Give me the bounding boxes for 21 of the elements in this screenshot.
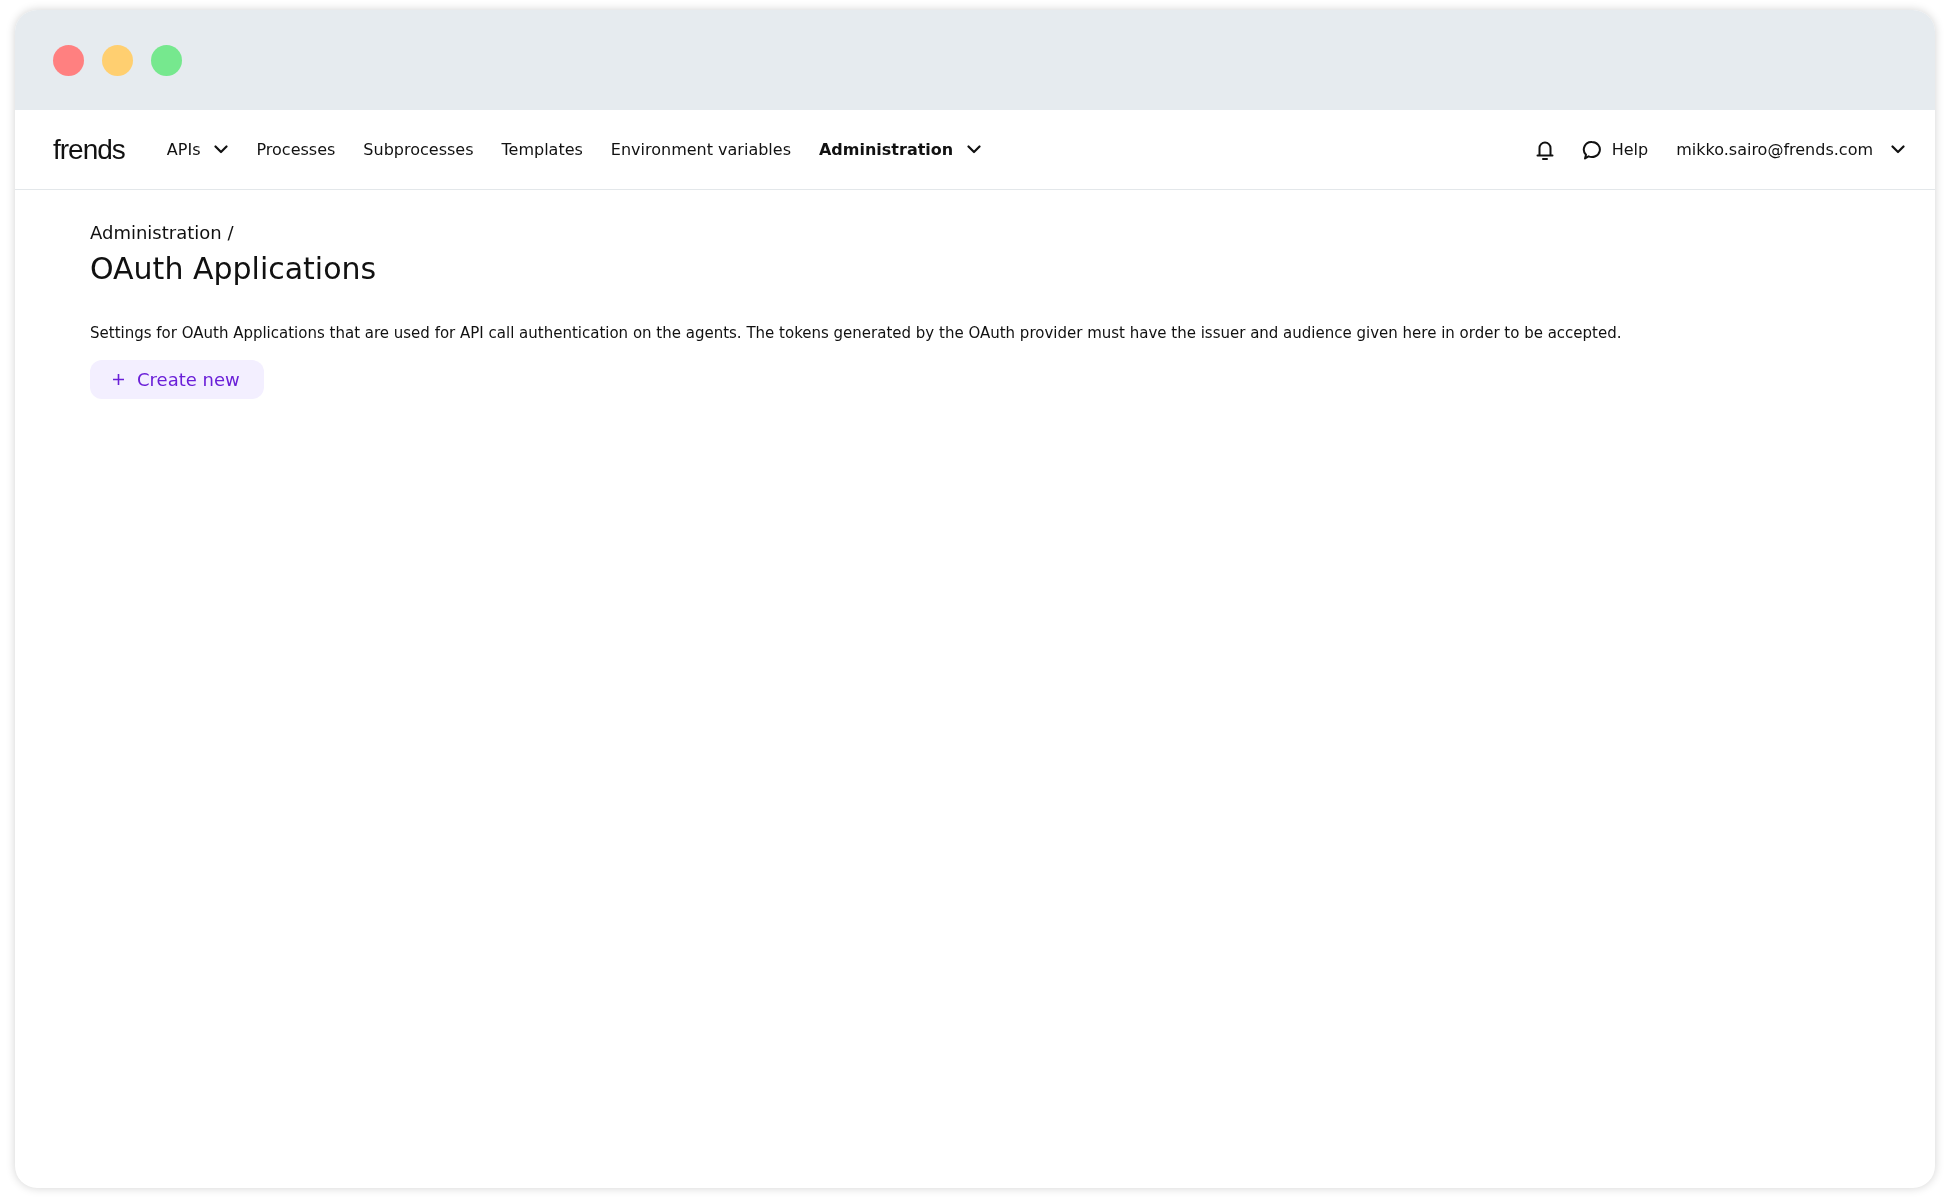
window-control-button[interactable] (102, 44, 133, 76)
window-control-button[interactable] (53, 44, 84, 76)
nav-item[interactable]: Environment variables (610, 136, 791, 163)
page-title: OAuth Applications (90, 251, 377, 286)
chevron-down-icon (1891, 145, 1905, 154)
window-control-button[interactable] (151, 44, 182, 76)
logo[interactable]: frends (53, 133, 125, 166)
chevron-down-icon (214, 145, 229, 154)
chevron-down-icon (967, 145, 982, 154)
nav-item[interactable]: Administration (818, 136, 982, 163)
user-menu[interactable]: mikko.sairo@frends.com (1676, 136, 1905, 163)
page-description: Settings for OAuth Applications that are used for API call authentication on the agents. The tokens generated by the OAuth provider must have the issuer and audience given here in order to be accepted. (90, 324, 1622, 342)
help-link[interactable]: Help (1581, 135, 1649, 164)
plus-icon (112, 373, 125, 386)
speech-bubble-icon (1581, 139, 1602, 160)
nav-item[interactable]: APIs (166, 136, 229, 163)
nav-item[interactable]: Templates (501, 136, 583, 163)
nav-item[interactable]: Subprocesses (363, 136, 474, 163)
create-new-button[interactable]: Create new (90, 360, 264, 399)
breadcrumb-link[interactable]: Administration / (90, 222, 234, 243)
nav-item[interactable]: Processes (256, 136, 336, 163)
